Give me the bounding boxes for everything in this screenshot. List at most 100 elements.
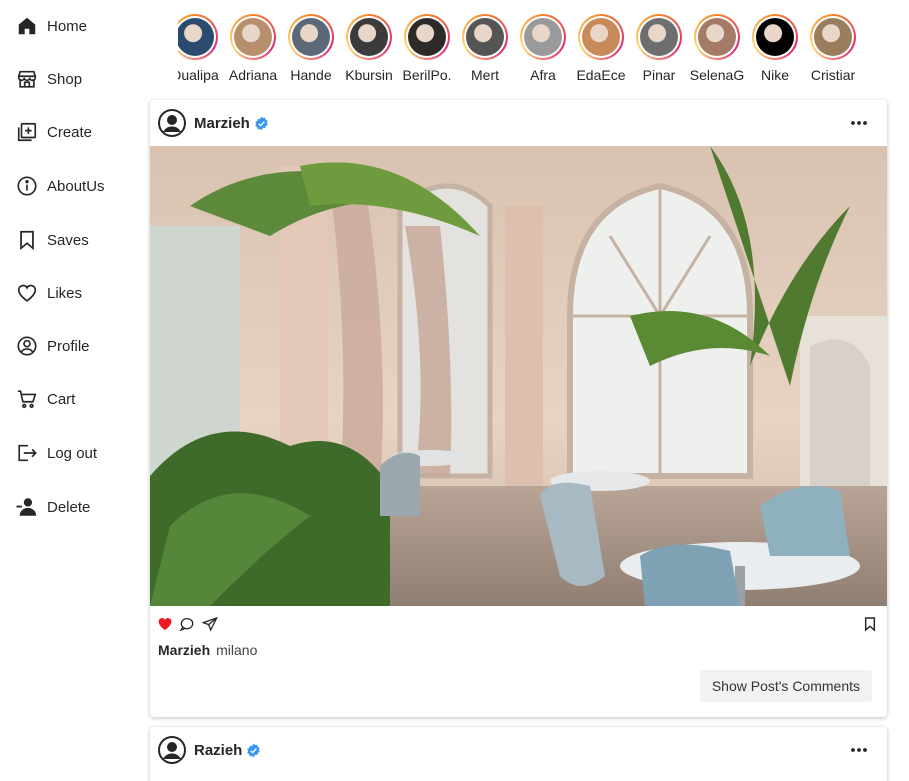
story-avatar xyxy=(582,18,620,56)
verified-badge-icon xyxy=(255,116,268,130)
story-ring-inner xyxy=(580,16,622,58)
post-image xyxy=(150,146,887,606)
create-icon xyxy=(17,122,37,142)
sidebar-item-label: Log out xyxy=(47,444,98,462)
story-ring-inner xyxy=(754,16,796,58)
story-item[interactable]: SelenaG xyxy=(689,14,745,86)
story-item[interactable]: Nike xyxy=(747,14,803,86)
home-icon xyxy=(18,17,36,35)
story-name: Hande xyxy=(290,67,332,83)
avatar[interactable] xyxy=(158,736,186,764)
sidebar-item-label: Shop xyxy=(47,70,83,88)
story-item[interactable]: BerilPo. xyxy=(399,14,455,86)
story-ring xyxy=(462,14,508,60)
story-ring-inner xyxy=(464,16,506,58)
delete-user-icon xyxy=(16,498,37,516)
story-name: Nike xyxy=(760,67,789,83)
sidebar-item-label: AboutUs xyxy=(47,177,105,195)
story-name: Mert xyxy=(471,67,499,83)
comment-icon[interactable] xyxy=(179,616,195,632)
story-ring xyxy=(752,14,798,60)
story-ring-inner xyxy=(406,16,448,58)
story-ring-inner xyxy=(290,16,332,58)
story-ring xyxy=(520,14,566,60)
story-item[interactable]: Afra xyxy=(515,14,571,86)
story-ring xyxy=(178,14,218,60)
story-name: Cristiar xyxy=(810,67,856,83)
story-avatar xyxy=(814,18,852,56)
sidebar-item-aboutus[interactable]: AboutUs xyxy=(16,173,105,199)
sidebar-item-label: Saves xyxy=(47,231,89,249)
post-username[interactable]: Razieh xyxy=(194,742,242,759)
story-item[interactable]: Pinar xyxy=(631,14,687,86)
story-name: SelenaG xyxy=(689,67,745,83)
post-username[interactable]: Marzieh xyxy=(194,115,250,132)
story-name: Kbursin xyxy=(345,67,393,83)
story-avatar xyxy=(350,18,388,56)
post-caption: Marzieh milano xyxy=(150,642,887,658)
story-avatar xyxy=(408,18,446,56)
sidebar-item-label: Profile xyxy=(47,337,90,355)
story-ring xyxy=(346,14,392,60)
story-item[interactable]: Dualipa xyxy=(178,14,223,86)
story-name: Afra xyxy=(530,67,556,83)
story-name: Dualipa xyxy=(178,67,219,83)
caption-text: milano xyxy=(216,642,258,658)
story-avatar xyxy=(234,18,272,56)
show-comments-button[interactable]: Show Post's Comments xyxy=(699,670,872,702)
story-item[interactable]: Hande xyxy=(283,14,339,86)
sidebar-item-label: Cart xyxy=(47,390,76,408)
more-options-icon[interactable] xyxy=(849,113,869,133)
sidebar-item-saves[interactable]: Saves xyxy=(16,227,89,253)
sidebar-item-label: Home xyxy=(47,17,88,35)
shop-icon xyxy=(17,70,37,88)
sidebar-item-label: Likes xyxy=(47,284,83,302)
post-card: Razieh xyxy=(150,727,887,781)
post-header: Marzieh xyxy=(150,100,887,146)
story-avatar xyxy=(698,18,736,56)
story-ring xyxy=(810,14,856,60)
sidebar-item-label: Delete xyxy=(47,498,91,516)
sidebar-item-shop[interactable]: Shop xyxy=(16,66,82,92)
story-avatar xyxy=(640,18,678,56)
story-item[interactable]: Adriana xyxy=(225,14,281,86)
story-ring xyxy=(578,14,624,60)
share-send-icon[interactable] xyxy=(202,616,218,632)
save-bookmark-icon[interactable] xyxy=(862,616,878,632)
sidebar-item-cart[interactable]: Cart xyxy=(16,386,75,412)
heart-icon xyxy=(17,284,37,302)
sidebar-item-delete[interactable]: Delete xyxy=(16,494,90,520)
sidebar-item-create[interactable]: Create xyxy=(16,119,92,145)
story-ring-inner xyxy=(812,16,854,58)
post-header: Razieh xyxy=(150,727,887,773)
sidebar-item-logout[interactable]: Log out xyxy=(16,440,97,466)
caption-username[interactable]: Marzieh xyxy=(158,642,210,658)
story-avatar xyxy=(292,18,330,56)
like-heart-icon[interactable] xyxy=(157,616,173,632)
sidebar-item-likes[interactable]: Likes xyxy=(16,280,82,306)
story-ring xyxy=(288,14,334,60)
story-ring xyxy=(694,14,740,60)
story-name: Pinar xyxy=(642,67,676,83)
story-item[interactable]: Kbursin xyxy=(341,14,397,86)
avatar[interactable] xyxy=(158,109,186,137)
story-name: BerilPo. xyxy=(402,67,452,83)
stories-bar: Dualipa Adriana Hande Kbursin BerilPo. Mert Af… xyxy=(178,14,858,86)
story-avatar xyxy=(178,18,214,56)
verified-badge-icon xyxy=(247,743,261,757)
sidebar-item-home[interactable]: Home xyxy=(16,13,87,39)
profile-icon xyxy=(17,336,37,356)
info-icon xyxy=(17,176,37,196)
bookmark-icon xyxy=(20,230,34,251)
story-ring xyxy=(636,14,682,60)
story-avatar xyxy=(524,18,562,56)
story-ring-inner xyxy=(522,16,564,58)
more-options-icon[interactable] xyxy=(849,740,869,760)
logout-icon xyxy=(18,444,37,462)
sidebar-item-profile[interactable]: Profile xyxy=(16,333,90,359)
story-item[interactable]: Cristiar xyxy=(805,14,858,86)
story-item[interactable]: EdaEce xyxy=(573,14,629,86)
story-ring-inner xyxy=(348,16,390,58)
story-item[interactable]: Mert xyxy=(457,14,513,86)
story-name: EdaEce xyxy=(576,67,626,83)
